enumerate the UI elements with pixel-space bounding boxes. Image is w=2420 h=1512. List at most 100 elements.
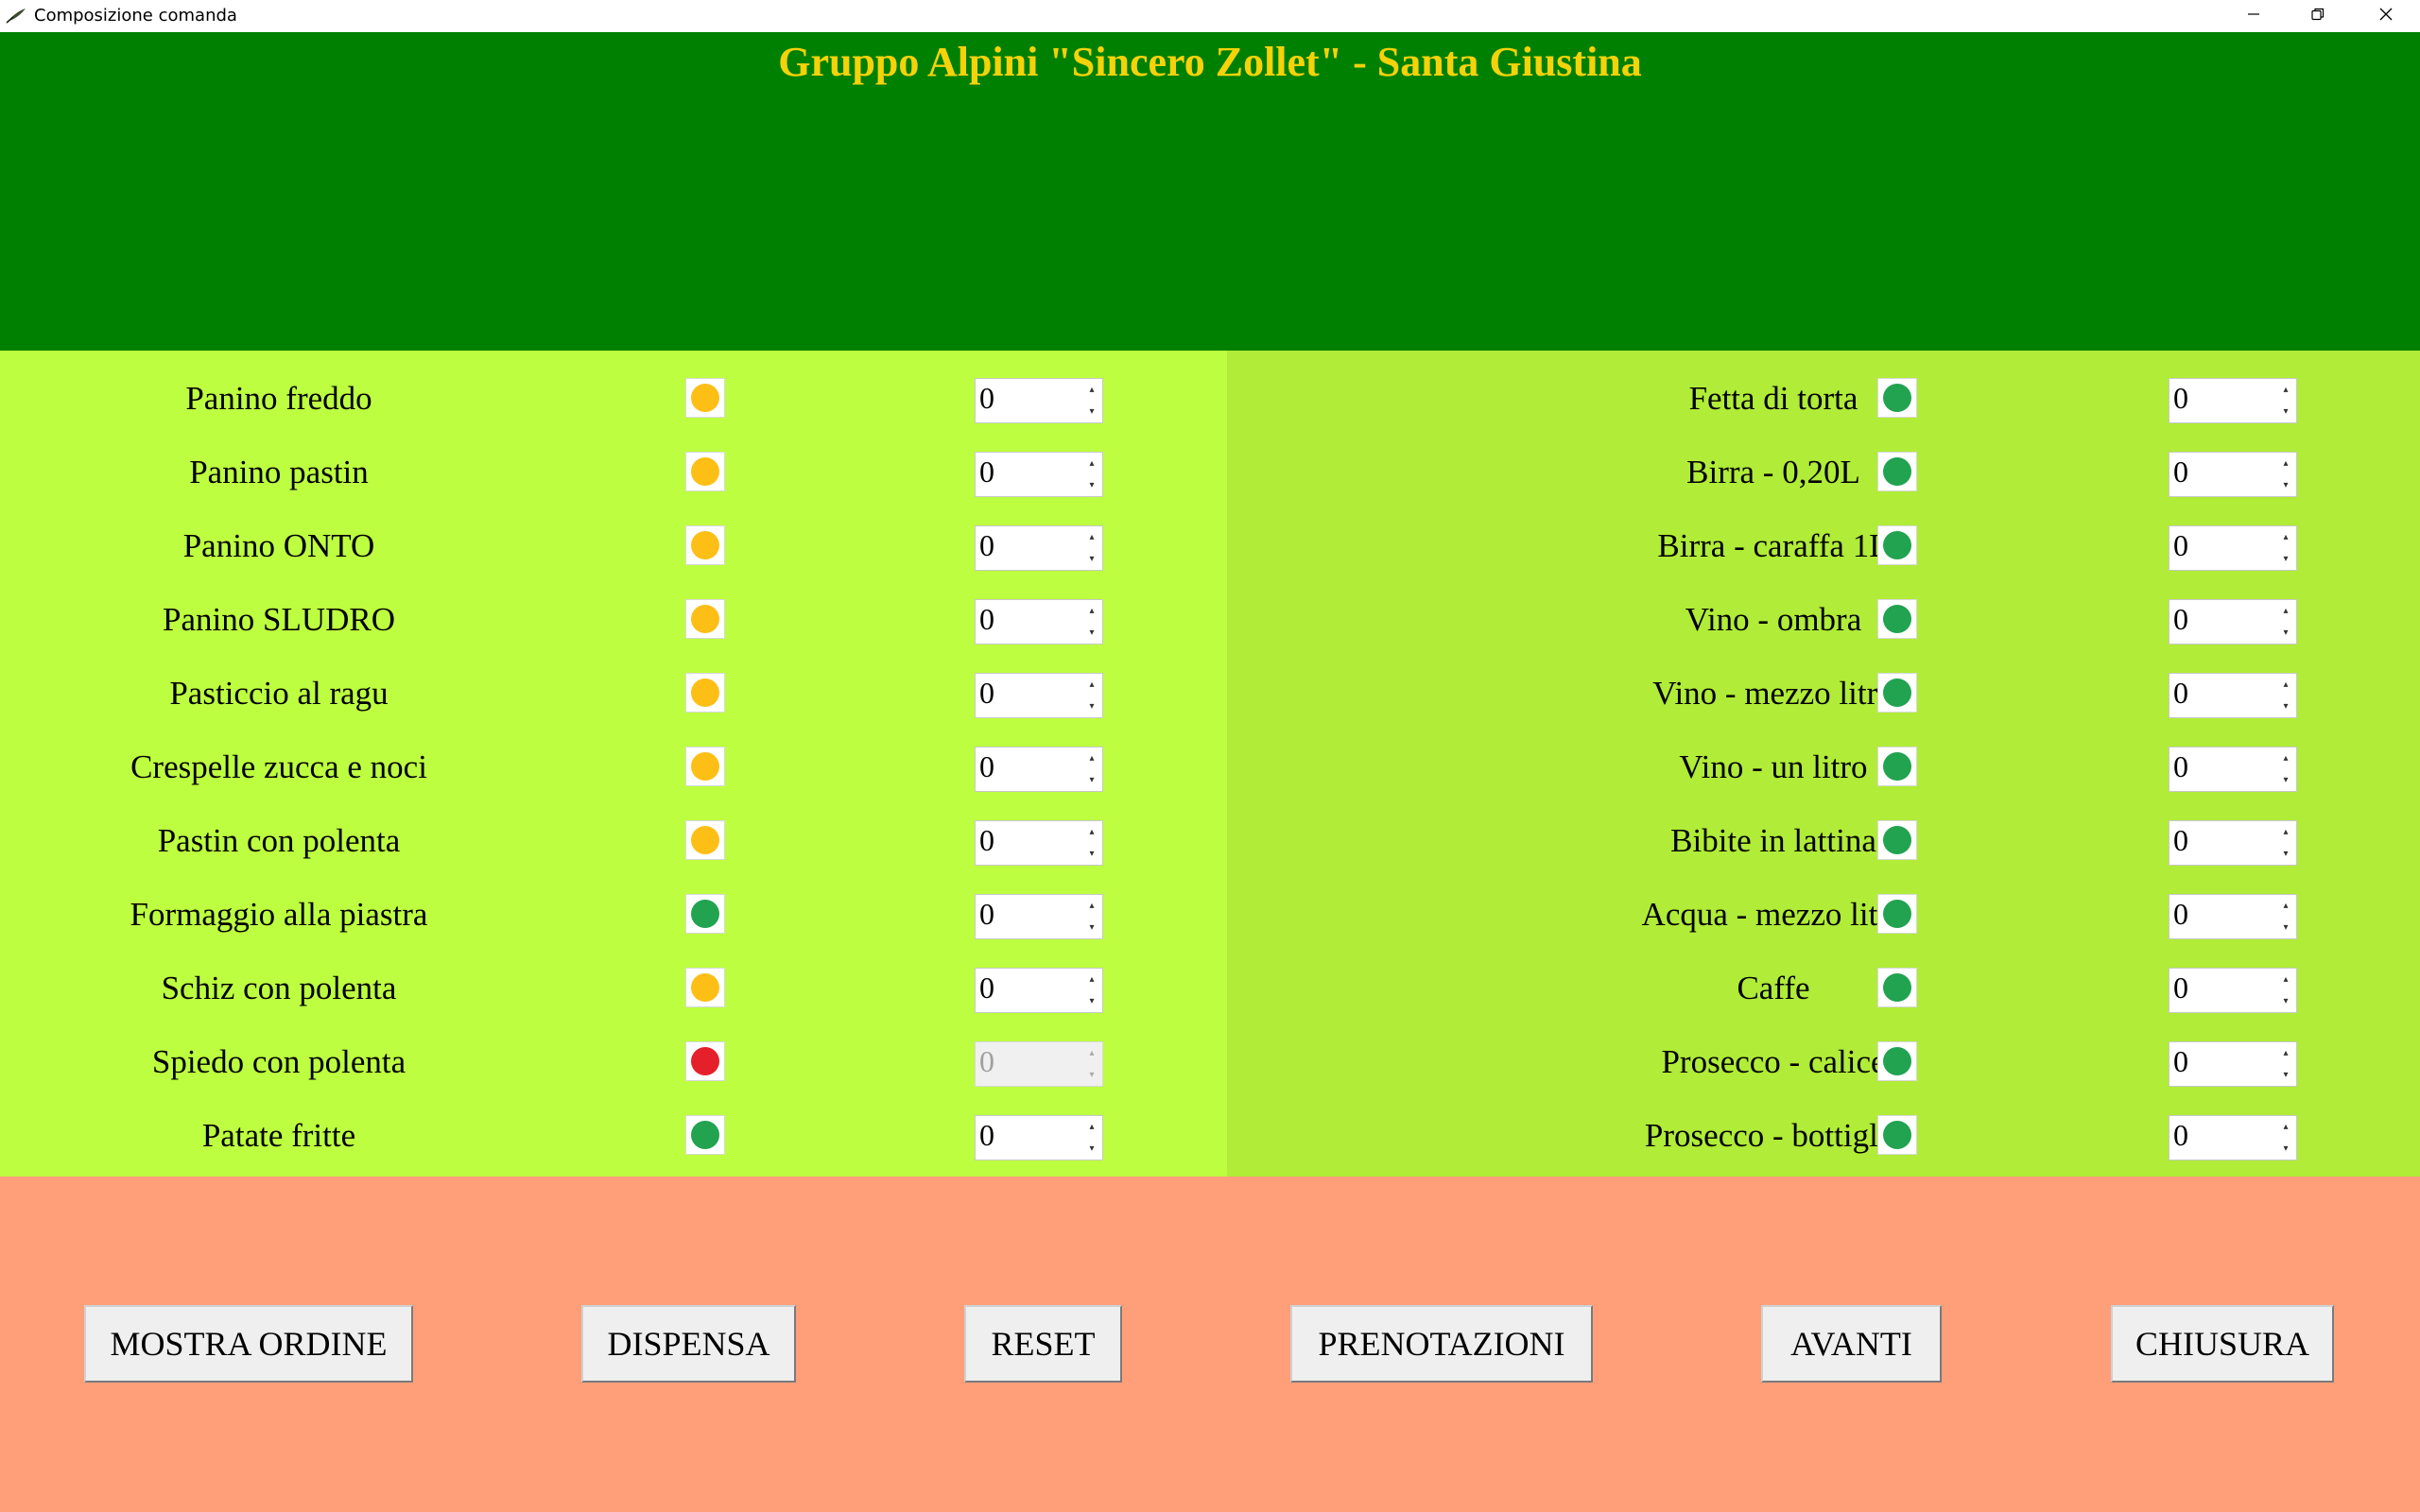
- spin-down-arrow-icon[interactable]: ▾: [2275, 474, 2296, 496]
- quantity-spinbox[interactable]: 0 ▴ ▾: [975, 452, 1103, 497]
- spin-up-arrow-icon[interactable]: ▴: [2275, 747, 2296, 769]
- quantity-spinbox[interactable]: 0 ▴ ▾: [975, 673, 1103, 718]
- spin-up-arrow-icon[interactable]: ▴: [1081, 674, 1102, 696]
- quantity-spinbox[interactable]: 0 ▴ ▾: [2169, 452, 2297, 497]
- quantity-value[interactable]: 0: [979, 823, 994, 858]
- spin-down-arrow-icon[interactable]: ▾: [2275, 990, 2296, 1012]
- quantity-spinbox[interactable]: 0 ▴ ▾: [975, 894, 1103, 939]
- avanti-button[interactable]: AVANTI: [1761, 1305, 1942, 1383]
- quantity-value[interactable]: 0: [979, 897, 994, 932]
- close-button[interactable]: [2354, 0, 2418, 32]
- quantity-spinbox[interactable]: 0 ▴ ▾: [975, 378, 1103, 423]
- spin-up-arrow-icon[interactable]: ▴: [1081, 379, 1102, 401]
- order-window: Composizione comanda Gruppo Alpini "Sinc…: [0, 0, 2420, 1512]
- availability-indicator: [1877, 820, 1917, 860]
- spin-down-arrow-icon[interactable]: ▾: [1081, 548, 1102, 570]
- menu-item-label: Birra - caraffa 1L: [1657, 527, 1890, 564]
- quantity-value[interactable]: 0: [2173, 455, 2188, 490]
- quantity-value[interactable]: 0: [979, 1118, 994, 1153]
- quantity-spinbox[interactable]: 0 ▴ ▾: [2169, 1041, 2297, 1087]
- quantity-value[interactable]: 0: [2173, 602, 2188, 637]
- quantity-spinbox[interactable]: 0 ▴ ▾: [2169, 968, 2297, 1013]
- spin-down-arrow-icon[interactable]: ▾: [1081, 843, 1102, 865]
- quantity-value[interactable]: 0: [979, 381, 994, 416]
- quantity-spinbox[interactable]: 0 ▴ ▾: [975, 747, 1103, 792]
- quantity-value[interactable]: 0: [2173, 1044, 2188, 1079]
- quantity-value[interactable]: 0: [2173, 381, 2188, 416]
- spin-up-arrow-icon[interactable]: ▴: [2275, 453, 2296, 474]
- quantity-spinbox[interactable]: 0 ▴ ▾: [975, 525, 1103, 571]
- quantity-value[interactable]: 0: [2173, 971, 2188, 1005]
- spin-up-arrow-icon[interactable]: ▴: [2275, 600, 2296, 622]
- mostra-ordine-button[interactable]: MOSTRA ORDINE: [84, 1305, 413, 1383]
- spin-down-arrow-icon[interactable]: ▾: [2275, 1138, 2296, 1160]
- quantity-spinbox[interactable]: 0 ▴ ▾: [975, 820, 1103, 866]
- quantity-value[interactable]: 0: [2173, 897, 2188, 932]
- spin-down-arrow-icon[interactable]: ▾: [1081, 990, 1102, 1012]
- quantity-value[interactable]: 0: [979, 971, 994, 1005]
- spin-up-arrow-icon[interactable]: ▴: [2275, 1042, 2296, 1064]
- quantity-spinbox[interactable]: 0 ▴ ▾: [975, 599, 1103, 644]
- quantity-spinbox[interactable]: 0 ▴ ▾: [2169, 599, 2297, 644]
- quantity-spinbox[interactable]: 0 ▴ ▾: [975, 1115, 1103, 1160]
- chiusura-button[interactable]: CHIUSURA: [2111, 1305, 2334, 1383]
- quantity-spinbox[interactable]: 0 ▴ ▾: [2169, 820, 2297, 866]
- spin-up-arrow-icon[interactable]: ▴: [1081, 969, 1102, 990]
- quantity-value[interactable]: 0: [2173, 1118, 2188, 1153]
- quantity-value[interactable]: 0: [979, 455, 994, 490]
- spin-arrows: ▴ ▾: [1081, 969, 1102, 1012]
- spin-down-arrow-icon[interactable]: ▾: [2275, 769, 2296, 791]
- spin-up-arrow-icon[interactable]: ▴: [2275, 674, 2296, 696]
- spin-down-arrow-icon[interactable]: ▾: [1081, 401, 1102, 422]
- spin-down-arrow-icon[interactable]: ▾: [1081, 696, 1102, 717]
- spin-up-arrow-icon[interactable]: ▴: [1081, 895, 1102, 917]
- spin-down-arrow-icon[interactable]: ▾: [2275, 696, 2296, 717]
- quantity-value[interactable]: 0: [2173, 528, 2188, 563]
- spin-down-arrow-icon[interactable]: ▾: [2275, 401, 2296, 422]
- quantity-value[interactable]: 0: [2173, 749, 2188, 784]
- spin-up-arrow-icon[interactable]: ▴: [2275, 969, 2296, 990]
- quantity-value[interactable]: 0: [979, 602, 994, 637]
- quantity-value[interactable]: 0: [2173, 676, 2188, 711]
- quantity-value[interactable]: 0: [2173, 823, 2188, 858]
- spin-down-arrow-icon[interactable]: ▾: [1081, 1138, 1102, 1160]
- spin-down-arrow-icon[interactable]: ▾: [1081, 917, 1102, 938]
- spin-up-arrow-icon[interactable]: ▴: [1081, 1116, 1102, 1138]
- spin-arrows: ▴ ▾: [2275, 379, 2296, 422]
- quantity-spinbox[interactable]: 0 ▴ ▾: [2169, 747, 2297, 792]
- quantity-value[interactable]: 0: [979, 749, 994, 784]
- spin-up-arrow-icon[interactable]: ▴: [2275, 821, 2296, 843]
- spin-down-arrow-icon[interactable]: ▾: [1081, 622, 1102, 644]
- minimize-button[interactable]: [2221, 0, 2286, 32]
- spin-down-arrow-icon[interactable]: ▾: [2275, 548, 2296, 570]
- spin-down-arrow-icon[interactable]: ▾: [2275, 917, 2296, 938]
- spin-down-arrow-icon[interactable]: ▾: [2275, 1064, 2296, 1086]
- dispensa-button[interactable]: DISPENSA: [581, 1305, 796, 1383]
- spin-up-arrow-icon[interactable]: ▴: [1081, 526, 1102, 548]
- reset-button[interactable]: RESET: [964, 1305, 1122, 1383]
- quantity-spinbox[interactable]: 0 ▴ ▾: [2169, 525, 2297, 571]
- spin-down-arrow-icon[interactable]: ▾: [2275, 843, 2296, 865]
- spin-up-arrow-icon[interactable]: ▴: [2275, 895, 2296, 917]
- status-green-dot-icon: [1883, 679, 1911, 707]
- spin-up-arrow-icon[interactable]: ▴: [1081, 747, 1102, 769]
- menu-item-label: Vino - mezzo litro: [1652, 675, 1894, 712]
- spin-up-arrow-icon[interactable]: ▴: [1081, 821, 1102, 843]
- quantity-spinbox[interactable]: 0 ▴ ▾: [2169, 378, 2297, 423]
- spin-up-arrow-icon[interactable]: ▴: [1081, 453, 1102, 474]
- spin-down-arrow-icon[interactable]: ▾: [2275, 622, 2296, 644]
- quantity-spinbox[interactable]: 0 ▴ ▾: [2169, 1115, 2297, 1160]
- quantity-value[interactable]: 0: [979, 676, 994, 711]
- quantity-spinbox[interactable]: 0 ▴ ▾: [2169, 673, 2297, 718]
- quantity-spinbox[interactable]: 0 ▴ ▾: [975, 968, 1103, 1013]
- spin-up-arrow-icon[interactable]: ▴: [2275, 526, 2296, 548]
- restore-button[interactable]: [2286, 0, 2350, 32]
- spin-down-arrow-icon[interactable]: ▾: [1081, 474, 1102, 496]
- spin-up-arrow-icon[interactable]: ▴: [2275, 1116, 2296, 1138]
- prenotazioni-button[interactable]: PRENOTAZIONI: [1290, 1305, 1593, 1383]
- spin-down-arrow-icon[interactable]: ▾: [1081, 769, 1102, 791]
- quantity-spinbox[interactable]: 0 ▴ ▾: [2169, 894, 2297, 939]
- spin-up-arrow-icon[interactable]: ▴: [2275, 379, 2296, 401]
- quantity-value[interactable]: 0: [979, 528, 994, 563]
- spin-up-arrow-icon[interactable]: ▴: [1081, 600, 1102, 622]
